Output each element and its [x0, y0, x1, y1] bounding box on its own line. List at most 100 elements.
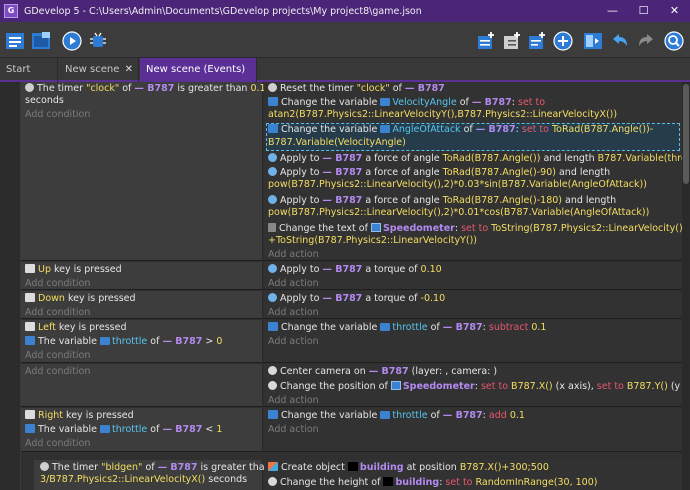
timer-icon [40, 462, 49, 471]
maximize-button[interactable]: ☐ [628, 0, 659, 22]
timer-icon [268, 83, 277, 92]
add-condition-link[interactable]: Add condition [25, 365, 90, 379]
toggle-icon[interactable] [583, 31, 603, 51]
event-timer-bldgen[interactable]: The timer "bldgen" of — B787 is greater … [34, 460, 682, 490]
debug-icon[interactable] [88, 31, 108, 51]
actions-column: Reset the timer "clock" of — B787 Change… [264, 82, 690, 262]
size-icon [268, 477, 277, 486]
physics-icon [268, 264, 277, 273]
building-object-icon [347, 462, 358, 471]
physics-icon [268, 167, 277, 176]
event-timer-clock[interactable]: The timer "clock" of — B787 is greater t… [21, 82, 690, 262]
conditions-column: Right key is pressed The variable thrott… [21, 408, 263, 451]
tab-new-scene[interactable]: New scene ✕ [59, 58, 139, 82]
action-reset-timer[interactable]: Reset the timer "clock" of — B787 [268, 82, 445, 96]
event-right-key[interactable]: Right key is pressed The variable thrott… [21, 408, 682, 452]
variable-icon [25, 336, 35, 345]
action-apply-force-throttle[interactable]: Apply to — B787 a force of angle ToRad(B… [268, 152, 690, 166]
actions-column: Create object building at position B787.… [264, 460, 682, 490]
tab-new-scene-events[interactable]: New scene (Events) [140, 58, 257, 82]
conditions-column: Up key is pressed Add condition [21, 262, 263, 289]
conditions-column: Add condition [21, 364, 263, 406]
condition-key-pressed[interactable]: Up key is pressed [25, 263, 122, 277]
events-sheet[interactable]: The timer "clock" of — B787 is greater t… [0, 82, 690, 490]
condition-key-pressed[interactable]: Down key is pressed [25, 292, 136, 306]
conditions-column: The timer "bldgen" of — B787 is greater … [34, 460, 271, 490]
tab-close-icon[interactable]: ✕ [125, 58, 133, 82]
search-icon[interactable] [664, 31, 684, 51]
condition-variable-compare[interactable]: The variable throttle of — B787 > 0 [25, 335, 222, 349]
add-condition-link[interactable]: Add condition [25, 349, 90, 363]
expression: pow(B787.Physics2::LinearVelocity(),2)*0… [268, 207, 650, 218]
add-event-icon[interactable] [476, 31, 496, 51]
variable-icon [268, 410, 278, 419]
vertical-scrollbar[interactable] [682, 82, 690, 490]
add-condition-link[interactable]: Add condition [25, 306, 90, 320]
add-action-link[interactable]: Add action [268, 394, 319, 408]
event-camera[interactable]: Add condition Center camera on — B787 (l… [21, 364, 690, 408]
position-icon [268, 381, 277, 390]
add-action-link[interactable]: Add action [268, 423, 319, 437]
gdevelop-logo-icon: G [4, 4, 18, 18]
window-controls: — ☐ ✕ [597, 0, 690, 22]
add-condition-link[interactable]: Add condition [25, 277, 90, 291]
add-action-link[interactable]: Add action [268, 335, 319, 349]
window-title: GDevelop 5 - C:\Users\Admin\Documents\GD… [24, 5, 422, 17]
event-left-key[interactable]: Left key is pressed The variable throttl… [21, 320, 682, 363]
condition-variable-compare[interactable]: The variable throttle of — B787 < 1 [25, 423, 222, 437]
minimize-button[interactable]: — [597, 0, 628, 22]
actions-column: Apply to — B787 a torque of -0.10 Add ac… [264, 291, 682, 318]
conditions-column: Down key is pressed Add condition [21, 291, 263, 318]
project-manager-icon[interactable] [5, 31, 25, 51]
add-more-icon[interactable] [553, 31, 573, 51]
close-button[interactable]: ✕ [659, 0, 690, 22]
timer-icon [25, 83, 34, 92]
add-action-link[interactable]: Add action [268, 306, 319, 320]
action-change-height[interactable]: Change the height of building: set to Ra… [268, 476, 597, 490]
add-action-link[interactable]: Add action [268, 248, 319, 262]
camera-icon [268, 366, 277, 375]
redo-icon[interactable] [636, 31, 656, 51]
physics-icon [268, 195, 277, 204]
undo-icon[interactable] [610, 31, 630, 51]
keyboard-icon [25, 322, 35, 331]
action-create-object[interactable]: Create object building at position B787.… [268, 461, 549, 475]
add-condition-link[interactable]: Add condition [25, 108, 90, 122]
keyboard-icon [25, 410, 35, 419]
condition-key-pressed[interactable]: Left key is pressed [25, 321, 127, 335]
action-change-throttle[interactable]: Change the variable throttle of — B787: … [268, 321, 546, 335]
event-up-key[interactable]: Up key is pressed Add condition Apply to… [21, 262, 682, 290]
title-bar: G GDevelop 5 - C:\Users\Admin\Documents\… [0, 0, 690, 22]
add-subevent-icon[interactable] [502, 31, 522, 51]
variable-icon [268, 124, 278, 133]
actions-column: Apply to — B787 a torque of 0.10 Add act… [264, 262, 682, 289]
variable-icon [268, 97, 278, 106]
add-comment-icon[interactable] [527, 31, 547, 51]
add-condition-link[interactable]: Add condition [25, 437, 90, 451]
expression: +ToString(B787.Physics2::LinearVelocityY… [268, 235, 477, 246]
variable-mini-icon [380, 125, 391, 133]
scrollbar-thumb[interactable] [683, 84, 689, 184]
keyboard-icon [25, 264, 35, 273]
expression: atan2(B787.Physics2::LinearVelocityY(),B… [268, 109, 618, 120]
tab-label: New scene (Events) [146, 64, 246, 75]
event-gutter [0, 82, 21, 490]
scene-icon[interactable] [31, 31, 51, 51]
expression: pow(B787.Physics2::LinearVelocity(),2)*0… [268, 179, 647, 190]
action-center-camera[interactable]: Center camera on — B787 (layer: , camera… [268, 365, 497, 379]
condition-key-pressed[interactable]: Right key is pressed [25, 409, 134, 423]
expression: B787.Variable(VelocityAngle) [268, 137, 406, 148]
action-change-position[interactable]: Change the position of Speedometer: set … [268, 380, 690, 394]
toolbar [0, 22, 690, 58]
action-set-angle-of-attack[interactable]: Change the variable AngleOfAttack of — B… [266, 123, 680, 151]
preview-icon[interactable] [62, 31, 82, 51]
action-change-throttle[interactable]: Change the variable throttle of — B787: … [268, 409, 525, 423]
action-apply-torque[interactable]: Apply to — B787 a torque of 0.10 [268, 263, 442, 277]
action-apply-torque[interactable]: Apply to — B787 a torque of -0.10 [268, 292, 445, 306]
variable-mini-icon [380, 323, 391, 331]
event-down-key[interactable]: Down key is pressed Add condition Apply … [21, 291, 682, 319]
add-action-link[interactable]: Add action [268, 277, 319, 291]
tab-label: New scene [65, 64, 120, 75]
actions-column: Change the variable throttle of — B787: … [264, 320, 682, 362]
tab-start-page[interactable]: Start Page [0, 58, 58, 99]
